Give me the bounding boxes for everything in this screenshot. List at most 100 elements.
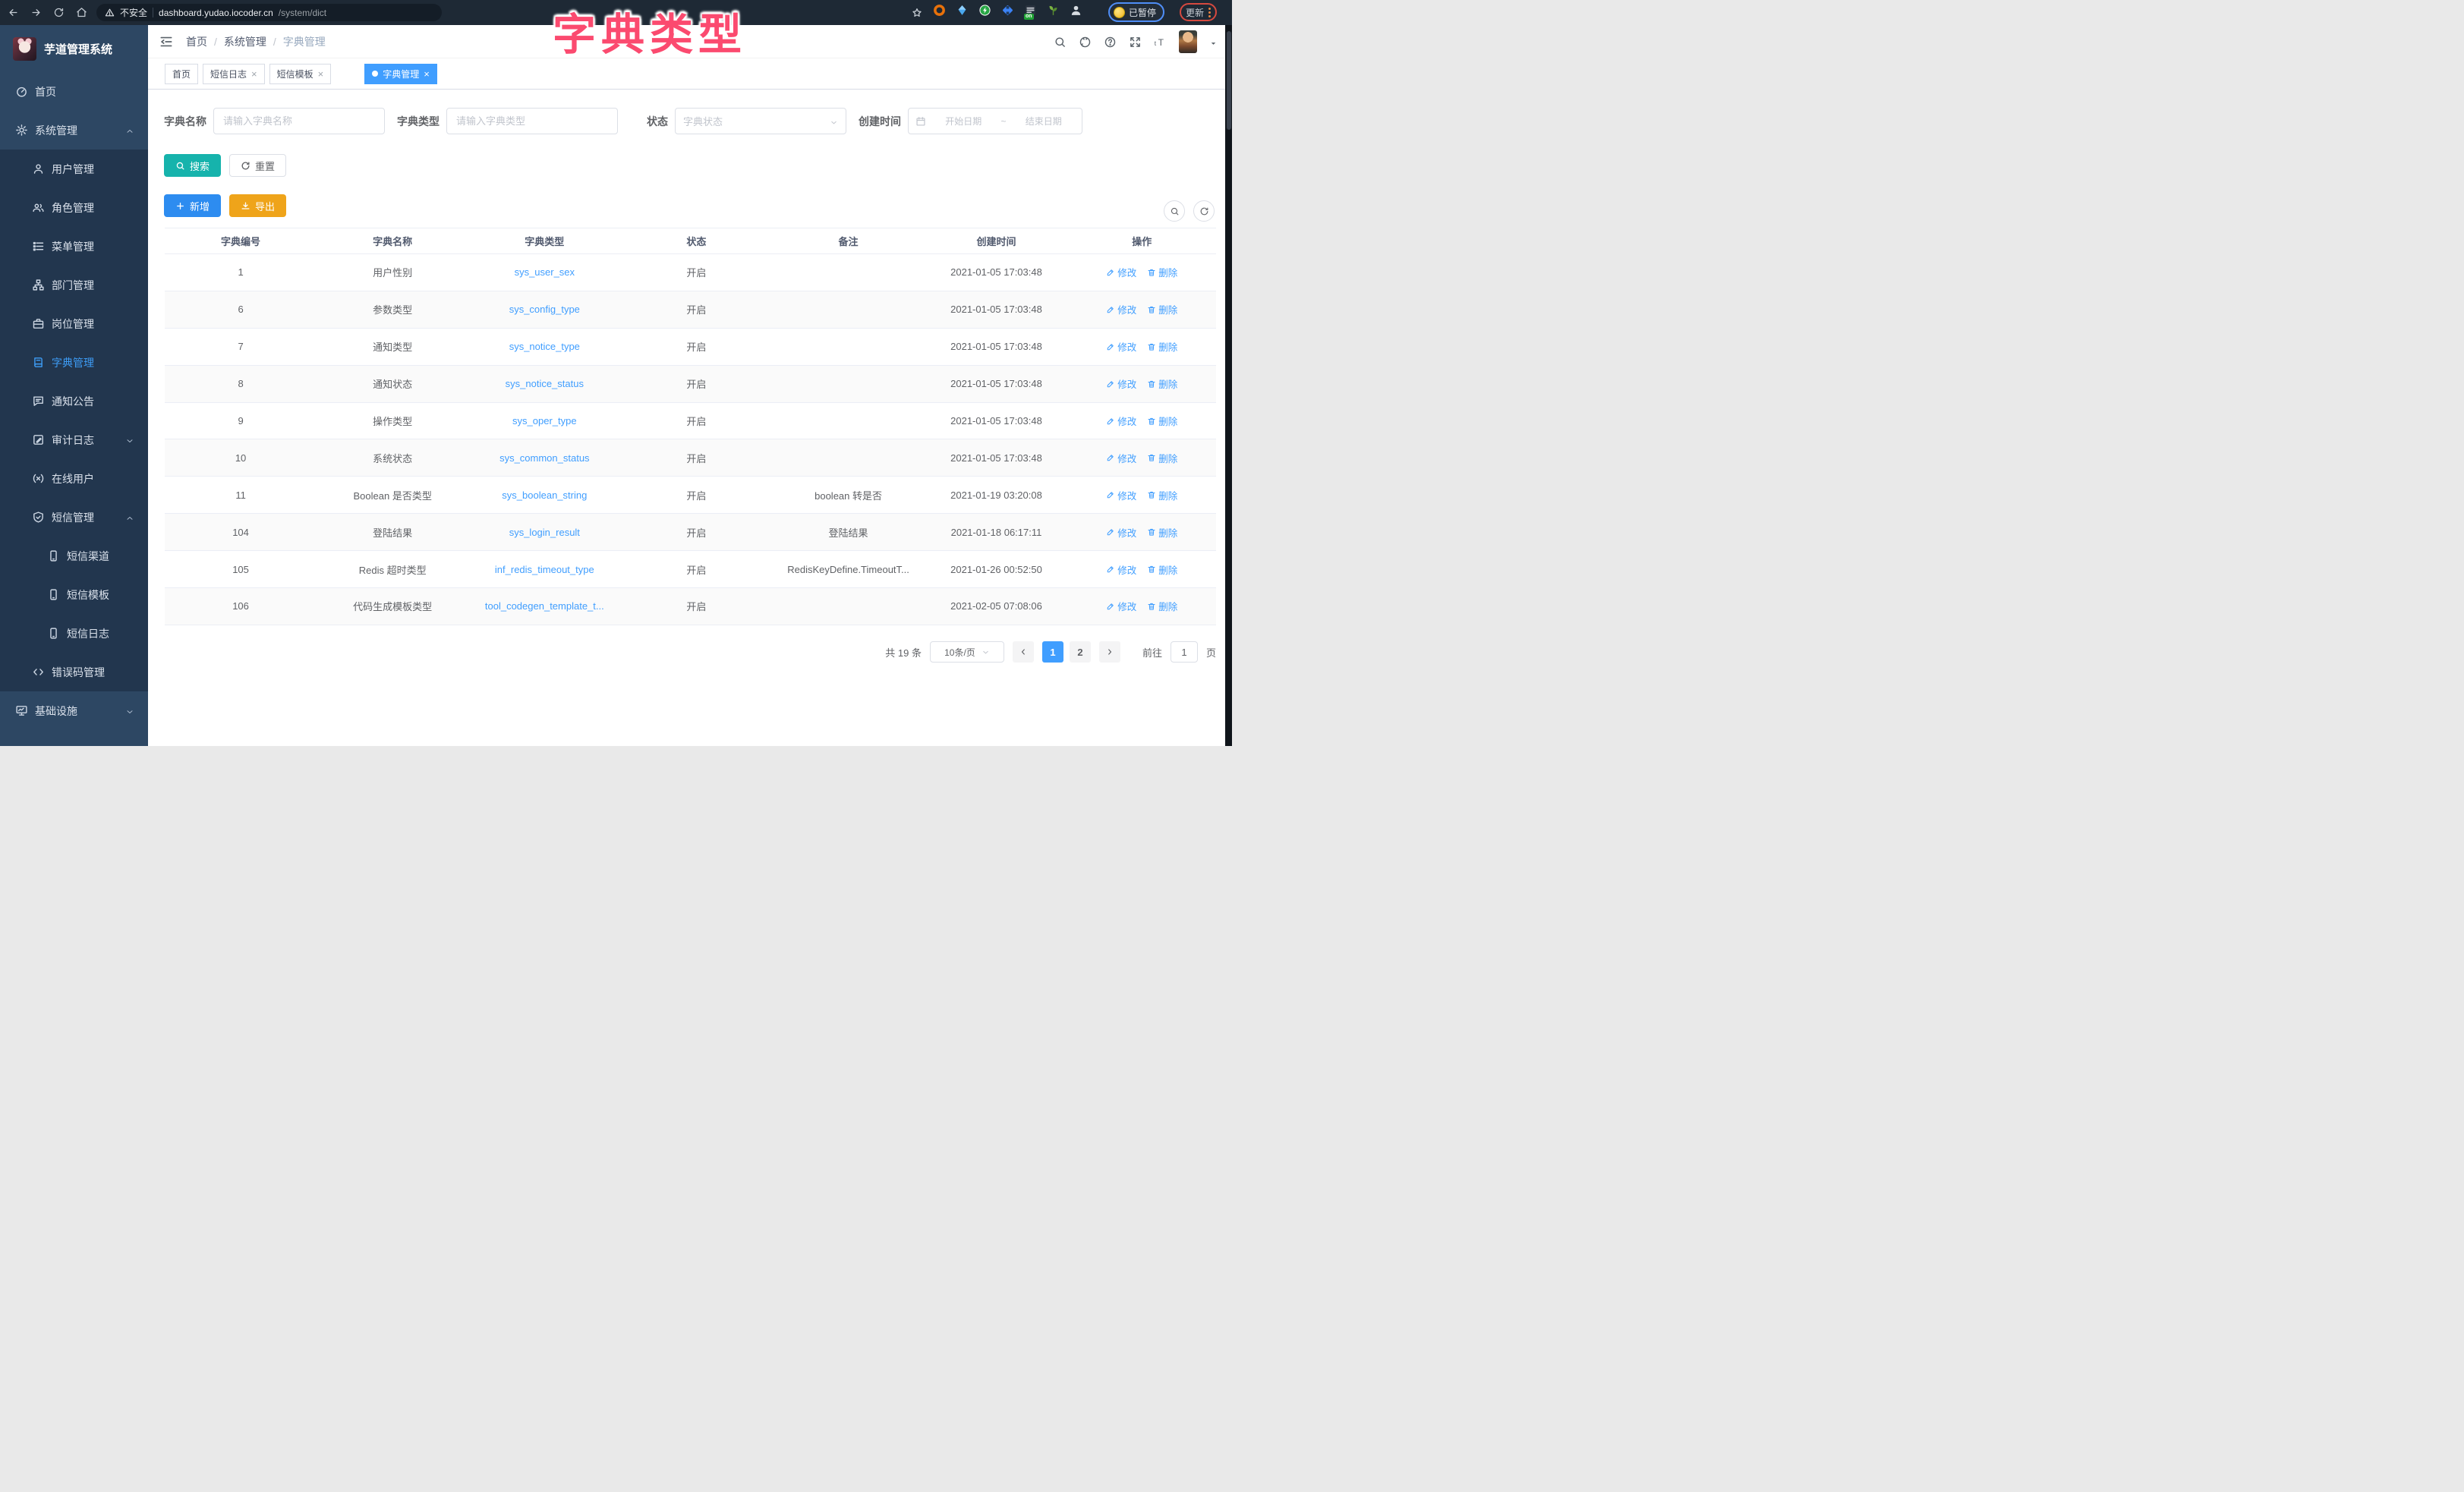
dict-type-link[interactable]: sys_config_type xyxy=(509,304,580,315)
help-icon[interactable] xyxy=(1104,36,1117,49)
scrollbar-thumb[interactable] xyxy=(1227,31,1231,130)
github-icon[interactable] xyxy=(1079,36,1092,49)
tab-1[interactable]: 短信日志× xyxy=(203,64,265,84)
sidebar-item-5[interactable]: 部门管理 xyxy=(0,266,148,304)
dict-type-link[interactable]: sys_notice_status xyxy=(506,378,584,389)
edit-link[interactable]: 修改 xyxy=(1106,339,1136,354)
sidebar-item-13[interactable]: 短信模板 xyxy=(0,575,148,614)
dict-type-link[interactable]: tool_codegen_template_t... xyxy=(485,600,604,612)
browser-forward-icon[interactable] xyxy=(29,5,43,20)
edit-link[interactable]: 修改 xyxy=(1106,451,1136,465)
delete-link[interactable]: 删除 xyxy=(1147,488,1177,502)
browser-menu-icon[interactable] xyxy=(1208,8,1211,17)
browser-home-icon[interactable] xyxy=(74,5,89,20)
edit-link[interactable]: 修改 xyxy=(1106,525,1136,540)
edit-link[interactable]: 修改 xyxy=(1106,302,1136,316)
user-caret-down-icon[interactable] xyxy=(1209,38,1218,46)
tab-close-icon[interactable]: × xyxy=(318,69,324,79)
address-bar[interactable]: 不安全 dashboard.yudao.iocoder.cn/system/di… xyxy=(96,4,442,21)
delete-link[interactable]: 删除 xyxy=(1147,414,1177,428)
dict-type-input[interactable] xyxy=(446,108,618,134)
ext-person-icon[interactable] xyxy=(1069,3,1082,17)
tab-2[interactable]: 短信模板× xyxy=(269,64,332,84)
browser-back-icon[interactable] xyxy=(6,5,20,20)
ext-tamper-icon[interactable]: on xyxy=(1023,3,1037,17)
browser-reload-icon[interactable] xyxy=(52,5,66,20)
delete-link[interactable]: 删除 xyxy=(1147,525,1177,540)
edit-link[interactable]: 修改 xyxy=(1106,414,1136,428)
delete-link[interactable]: 删除 xyxy=(1147,302,1177,316)
breadcrumb-item[interactable]: 系统管理 xyxy=(224,34,266,49)
dict-name-input[interactable] xyxy=(213,108,385,134)
sidebar-item-3[interactable]: 角色管理 xyxy=(0,188,148,227)
toggle-search-icon[interactable] xyxy=(1164,200,1185,222)
delete-link[interactable]: 删除 xyxy=(1147,562,1177,577)
fullscreen-icon[interactable] xyxy=(1129,36,1142,49)
breadcrumb-item[interactable]: 字典管理 xyxy=(283,34,326,49)
sidebar-item-0[interactable]: 首页 xyxy=(0,72,148,111)
page-button[interactable]: 2 xyxy=(1070,641,1091,663)
browser-update-button[interactable]: 更新 xyxy=(1180,3,1217,21)
sidebar-item-8[interactable]: 通知公告 xyxy=(0,382,148,420)
prev-page-icon[interactable] xyxy=(1013,641,1034,663)
reset-button[interactable]: 重置 xyxy=(229,154,286,177)
edit-link[interactable]: 修改 xyxy=(1106,488,1136,502)
dict-type-link[interactable]: sys_common_status xyxy=(499,452,590,464)
breadcrumb-item[interactable]: 首页 xyxy=(186,34,207,49)
tab-close-icon[interactable]: × xyxy=(251,69,257,79)
sidebar-item-11[interactable]: 短信管理 xyxy=(0,498,148,537)
sidebar-item-7[interactable]: 字典管理 xyxy=(0,343,148,382)
edit-link[interactable]: 修改 xyxy=(1106,562,1136,577)
sidebar-collapse-icon[interactable] xyxy=(159,34,174,49)
edit-link[interactable]: 修改 xyxy=(1106,376,1136,391)
font-size-icon[interactable]: tT xyxy=(1154,36,1167,49)
user-avatar[interactable] xyxy=(1179,30,1197,53)
edit-link[interactable]: 修改 xyxy=(1106,599,1136,613)
ext-ring-icon[interactable] xyxy=(932,3,946,17)
tab-3[interactable]: 字典管理× xyxy=(364,64,437,84)
sidebar-item-1[interactable]: 系统管理 xyxy=(0,111,148,150)
delete-link[interactable]: 删除 xyxy=(1147,339,1177,354)
sidebar-item-6[interactable]: 岗位管理 xyxy=(0,304,148,343)
delete-link[interactable]: 删除 xyxy=(1147,599,1177,613)
edit-link[interactable]: 修改 xyxy=(1106,265,1136,279)
sidebar-item-16[interactable]: 基础设施 xyxy=(0,691,148,730)
delete-link[interactable]: 删除 xyxy=(1147,451,1177,465)
sidebar-item-9[interactable]: 审计日志 xyxy=(0,420,148,459)
dict-type-link[interactable]: sys_login_result xyxy=(509,527,580,538)
tab-close-icon[interactable]: × xyxy=(424,69,430,79)
next-page-icon[interactable] xyxy=(1099,641,1120,663)
sidebar-item-2[interactable]: 用户管理 xyxy=(0,150,148,188)
sidebar-item-12[interactable]: 短信渠道 xyxy=(0,537,148,575)
search-icon[interactable] xyxy=(1054,36,1067,49)
dict-type-link[interactable]: inf_redis_timeout_type xyxy=(495,564,594,575)
dict-type-link[interactable]: sys_oper_type xyxy=(512,415,577,427)
ext-drop-icon[interactable] xyxy=(955,3,969,17)
extension-paused-badge[interactable]: 已暂停 xyxy=(1108,2,1164,22)
dict-type-link[interactable]: sys_user_sex xyxy=(515,266,575,278)
page-scrollbar[interactable] xyxy=(1225,25,1232,746)
search-button[interactable]: 搜索 xyxy=(164,154,221,177)
ext-leaf-icon[interactable] xyxy=(1046,3,1060,17)
sidebar-item-4[interactable]: 菜单管理 xyxy=(0,227,148,266)
sidebar-item-14[interactable]: 短信日志 xyxy=(0,614,148,653)
delete-link[interactable]: 删除 xyxy=(1147,265,1177,279)
refresh-table-icon[interactable] xyxy=(1193,200,1215,222)
goto-page-input[interactable] xyxy=(1171,641,1198,663)
date-range-picker[interactable]: 开始日期 ~ 结束日期 xyxy=(908,108,1082,134)
dict-type-link[interactable]: sys_boolean_string xyxy=(502,489,587,501)
page-button[interactable]: 1 xyxy=(1042,641,1063,663)
sidebar-item-15[interactable]: 错误码管理 xyxy=(0,653,148,691)
page-size-select[interactable]: 10条/页 xyxy=(930,641,1004,663)
dict-type-link[interactable]: sys_notice_type xyxy=(509,341,580,352)
app-logo-row[interactable]: 芋道管理系统 xyxy=(0,25,148,72)
sidebar-item-10[interactable]: 在线用户 xyxy=(0,459,148,498)
add-button[interactable]: 新增 xyxy=(164,194,221,217)
tab-0[interactable]: 首页 xyxy=(165,64,198,84)
export-button[interactable]: 导出 xyxy=(229,194,286,217)
status-select[interactable]: 字典状态 xyxy=(675,108,846,134)
ext-bolt-icon[interactable] xyxy=(978,3,991,17)
delete-link[interactable]: 删除 xyxy=(1147,376,1177,391)
bookmark-star-icon[interactable] xyxy=(909,5,924,20)
ext-diamond-icon[interactable] xyxy=(1000,3,1014,17)
